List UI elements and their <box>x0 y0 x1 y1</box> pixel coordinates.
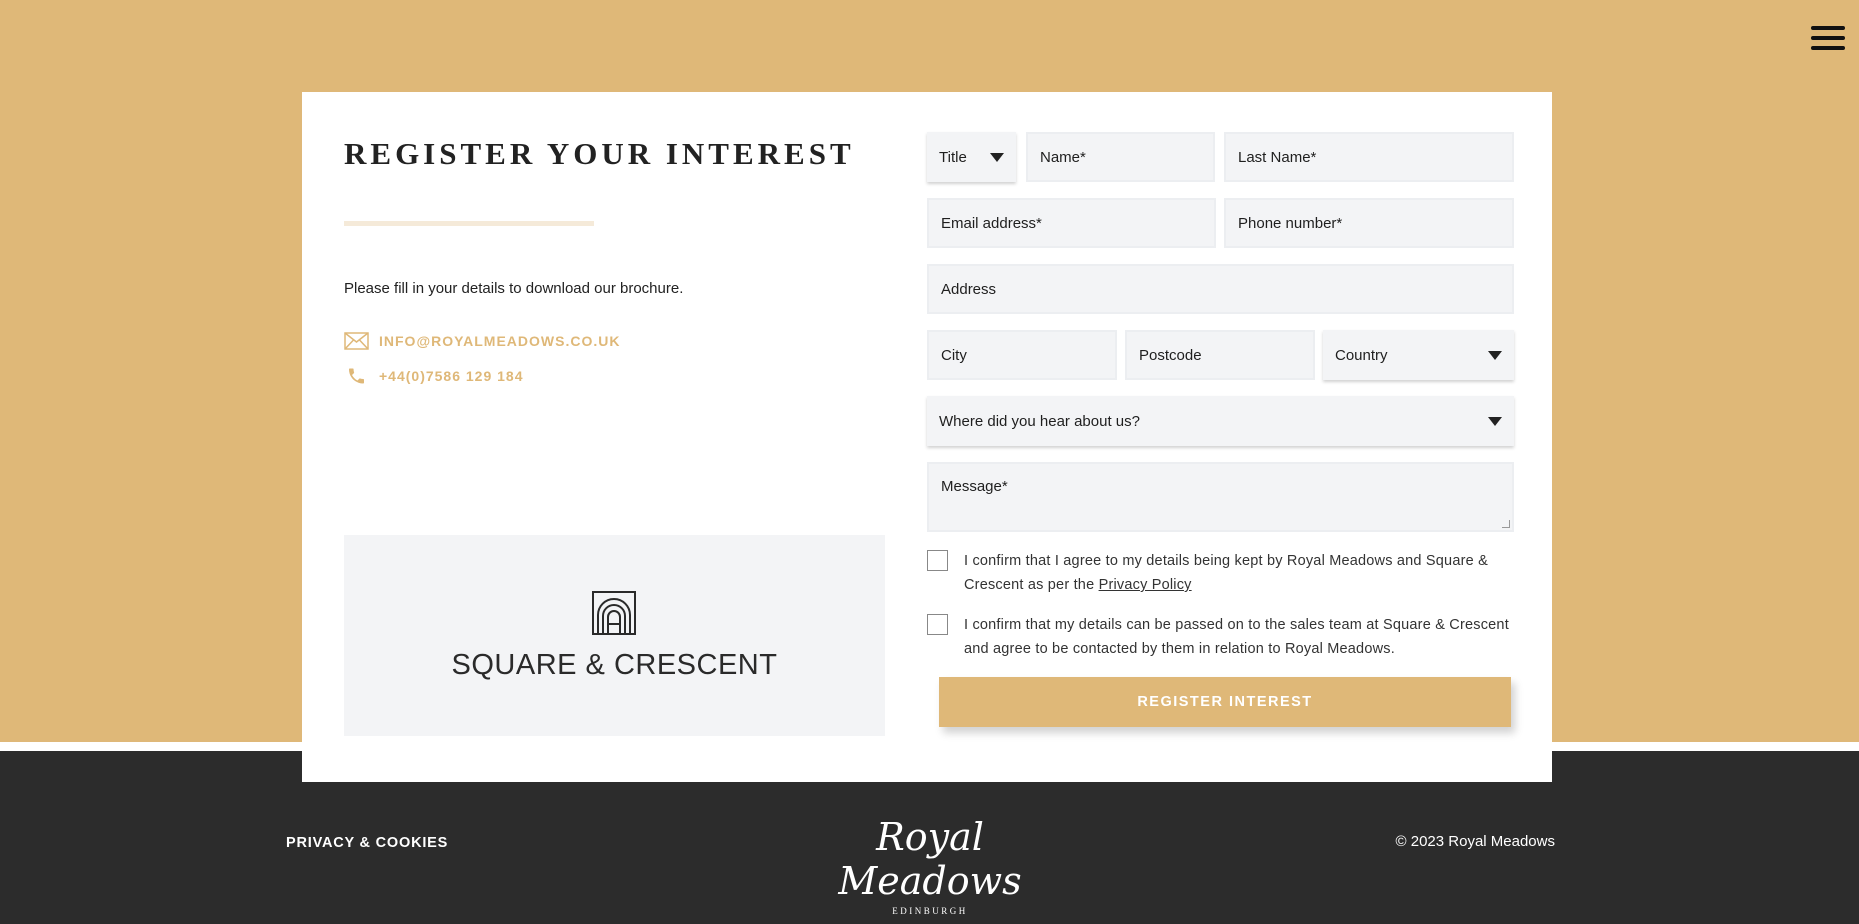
title-divider <box>344 221 594 226</box>
brand-script: Royal Meadows <box>838 815 1022 903</box>
partner-name: SQUARE & CRESCENT <box>451 649 778 681</box>
source-select[interactable]: Where did you hear about us? <box>927 396 1514 446</box>
register-card: REGISTER YOUR INTEREST Please fill in yo… <box>302 92 1552 782</box>
privacy-consent: I confirm that I agree to my details bei… <box>927 549 1527 597</box>
first-name-field[interactable]: Name* <box>1026 132 1215 182</box>
title-select-value: Title <box>939 148 967 166</box>
first-name-placeholder: Name* <box>1040 148 1086 166</box>
country-select[interactable]: Country <box>1323 330 1514 380</box>
last-name-field[interactable]: Last Name* <box>1224 132 1514 182</box>
city-field[interactable]: City <box>927 330 1117 380</box>
privacy-policy-link[interactable]: Privacy Policy <box>1099 577 1192 593</box>
address-field[interactable]: Address <box>927 264 1514 314</box>
phone-placeholder: Phone number* <box>1238 214 1343 232</box>
square-crescent-logo-icon <box>592 591 636 640</box>
sales-consent-label: I confirm that my details can be passed … <box>964 617 1509 657</box>
intro-text: Please fill in your details to download … <box>344 280 684 297</box>
city-placeholder: City <box>941 346 967 364</box>
privacy-consent-label: I confirm that I agree to my details bei… <box>964 549 1527 597</box>
copyright-text: © 2023 Royal Meadows <box>1395 833 1555 850</box>
last-name-placeholder: Last Name* <box>1238 148 1317 166</box>
chevron-down-icon <box>990 152 1004 162</box>
chevron-down-icon <box>1488 416 1502 426</box>
partner-logo-panel: SQUARE & CRESCENT <box>344 535 885 736</box>
sales-consent: I confirm that my details can be passed … <box>927 613 1527 661</box>
phone-link[interactable]: +44(0)7586 129 184 <box>344 366 524 386</box>
phone-number: +44(0)7586 129 184 <box>379 368 524 384</box>
postcode-placeholder: Postcode <box>1139 346 1202 364</box>
phone-icon <box>344 366 369 386</box>
register-interest-button[interactable]: REGISTER INTEREST <box>939 677 1511 727</box>
resize-handle-icon[interactable] <box>1502 520 1510 528</box>
email-address: INFO@ROYALMEADOWS.CO.UK <box>379 333 621 349</box>
email-field[interactable]: Email address* <box>927 198 1216 248</box>
hamburger-menu-icon[interactable] <box>1811 26 1845 54</box>
sales-consent-checkbox[interactable] <box>927 614 948 635</box>
privacy-cookies-link[interactable]: PRIVACY & COOKIES <box>286 835 448 851</box>
title-select[interactable]: Title <box>927 132 1016 182</box>
page-title: REGISTER YOUR INTEREST <box>344 136 855 171</box>
source-select-value: Where did you hear about us? <box>939 412 1140 430</box>
royal-meadows-logo[interactable]: Royal Meadows EDINBURGH <box>795 815 1065 916</box>
postcode-field[interactable]: Postcode <box>1125 330 1315 380</box>
chevron-down-icon <box>1488 350 1502 360</box>
email-placeholder: Email address* <box>941 214 1042 232</box>
privacy-consent-text: I confirm that I agree to my details bei… <box>964 553 1488 593</box>
email-link[interactable]: INFO@ROYALMEADOWS.CO.UK <box>344 332 620 350</box>
phone-field[interactable]: Phone number* <box>1224 198 1514 248</box>
message-textarea[interactable]: Message* <box>927 462 1514 532</box>
message-placeholder: Message* <box>941 478 1008 495</box>
country-select-value: Country <box>1335 346 1388 364</box>
address-placeholder: Address <box>941 280 997 298</box>
privacy-consent-checkbox[interactable] <box>927 550 948 571</box>
brand-location: EDINBURGH <box>892 906 968 916</box>
envelope-icon <box>344 332 369 350</box>
